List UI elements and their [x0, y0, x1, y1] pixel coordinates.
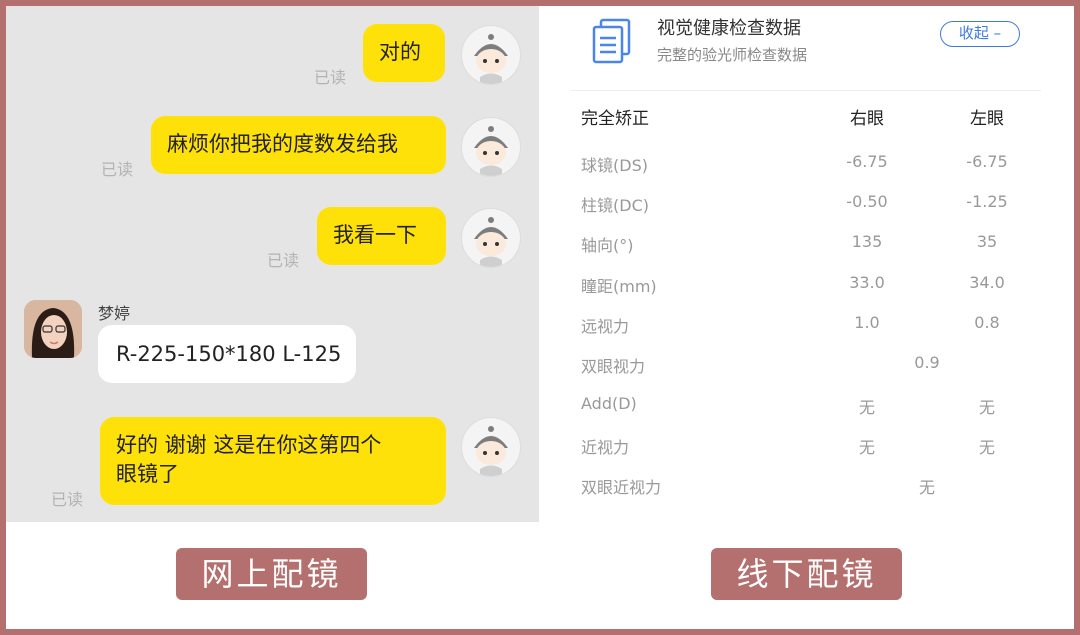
right-eye-value: 1.0 — [854, 313, 880, 332]
right-eye-value: 135 — [851, 232, 883, 251]
row-label: 近视力 — [581, 438, 630, 457]
table-row: 球镜(DS) -6.75 -6.75 — [545, 152, 1070, 182]
right-eye-value: -6.75 — [846, 152, 888, 171]
both-eyes-value: 无 — [918, 478, 935, 497]
row-label: 球镜(DS) — [581, 156, 648, 175]
contact-avatar[interactable] — [24, 300, 82, 358]
right-eye-value: 无 — [858, 398, 875, 417]
bubble-line: 眼镜了 — [116, 462, 179, 486]
table-row: 轴向(°) 135 35 — [545, 232, 1070, 262]
right-eye-value: -0.50 — [846, 192, 888, 211]
caption-online: 网上配镜 — [176, 548, 367, 600]
header-left-eye: 左眼 — [970, 109, 1004, 129]
header-label: 完全矫正 — [581, 109, 649, 129]
right-eye-value: 33.0 — [849, 273, 885, 292]
sender-name: 梦婷 — [98, 304, 131, 323]
row-label: 远视力 — [581, 317, 630, 336]
right-eye-value: 无 — [858, 438, 875, 457]
read-status: 已读 — [314, 68, 347, 87]
chat-bubble-sent[interactable]: 对的 — [363, 24, 445, 82]
caption-offline: 线下配镜 — [711, 548, 902, 600]
document-icon — [591, 18, 635, 64]
table-row: 双眼视力 0.9 — [545, 353, 1070, 383]
exam-title: 视觉健康检查数据 — [657, 18, 801, 39]
table-row: 近视力 无 无 — [545, 434, 1070, 464]
left-eye-value: 无 — [978, 438, 995, 457]
row-label: 瞳距(mm) — [581, 277, 657, 296]
row-label: 双眼近视力 — [581, 478, 662, 497]
both-eyes-value: 0.9 — [914, 353, 940, 372]
collapse-button[interactable]: 收起 – — [940, 21, 1020, 47]
read-status: 已读 — [51, 490, 84, 509]
table-row: 远视力 1.0 0.8 — [545, 313, 1070, 343]
divider — [571, 90, 1041, 91]
user-avatar-icon[interactable] — [461, 25, 521, 85]
table-header: 完全矫正 右眼 左眼 — [545, 104, 1070, 134]
table-row: 双眼近视力 无 — [545, 474, 1070, 504]
table-row: Add(D) 无 无 — [545, 394, 1070, 424]
user-avatar-icon[interactable] — [461, 208, 521, 268]
table-row: 柱镜(DC) -0.50 -1.25 — [545, 192, 1070, 222]
user-avatar-icon[interactable] — [461, 417, 521, 477]
exam-panel: 视觉健康检查数据 完整的验光师检查数据 收起 – 完全矫正 右眼 左眼 球镜(D… — [545, 6, 1070, 522]
user-avatar-icon[interactable] — [461, 117, 521, 177]
chat-panel: 已读 对的 已读 麻烦你把我的度数发给我 已读 我看一下 梦婷 R-225-15… — [6, 6, 539, 522]
read-status: 已读 — [267, 251, 300, 270]
table-row: 瞳距(mm) 33.0 34.0 — [545, 273, 1070, 303]
left-eye-value: 35 — [976, 232, 998, 251]
chat-bubble-sent[interactable]: 我看一下 — [317, 207, 446, 265]
chat-bubble-sent[interactable]: 好的 谢谢 这是在你这第四个 眼镜了 — [100, 417, 446, 505]
row-label: 双眼视力 — [581, 357, 646, 376]
exam-subtitle: 完整的验光师检查数据 — [657, 46, 808, 64]
row-label: Add(D) — [581, 394, 637, 413]
chat-bubble-received[interactable]: R-225-150*180 L-125 — [98, 325, 356, 383]
chat-bubble-sent[interactable]: 麻烦你把我的度数发给我 — [151, 116, 446, 174]
header-right-eye: 右眼 — [850, 109, 884, 129]
left-eye-value: 34.0 — [969, 273, 1005, 292]
bubble-line: 好的 谢谢 这是在你这第四个 — [116, 433, 382, 457]
left-eye-value: -1.25 — [966, 192, 1008, 211]
left-eye-value: 0.8 — [974, 313, 1000, 332]
row-label: 轴向(°) — [581, 236, 634, 255]
left-eye-value: 无 — [978, 398, 995, 417]
read-status: 已读 — [101, 160, 134, 179]
left-eye-value: -6.75 — [966, 152, 1008, 171]
row-label: 柱镜(DC) — [581, 196, 649, 215]
